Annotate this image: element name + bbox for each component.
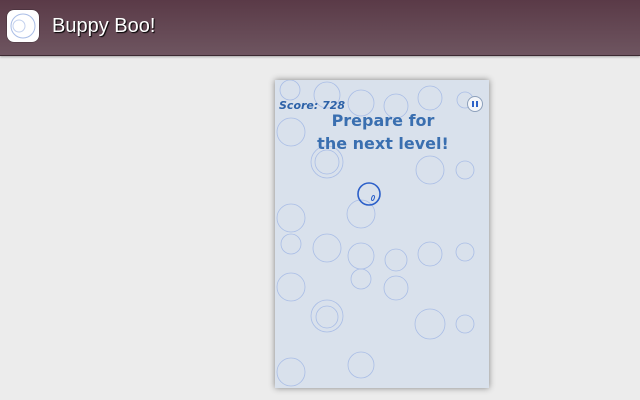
background-bubble [315, 305, 339, 329]
app-bubble-icon [7, 10, 39, 42]
background-bubble [384, 248, 408, 272]
background-bubble [383, 275, 409, 301]
game-canvas[interactable]: Score: 728 Prepare for the next level! [275, 80, 489, 388]
background-bubble [276, 203, 306, 233]
app-title: Buppy Boo! [52, 15, 156, 37]
title-bar: Buppy Boo! [0, 0, 640, 56]
background-bubble [455, 160, 475, 180]
level-message: Prepare for the next level! [317, 111, 449, 153]
background-bubble [280, 233, 302, 255]
background-bubble [276, 117, 306, 147]
background-bubble [276, 272, 306, 302]
pause-button[interactable] [467, 96, 483, 112]
background-bubble [350, 268, 372, 290]
background-bubble [276, 357, 306, 387]
background-bubble [312, 233, 342, 263]
background-bubble [347, 242, 375, 270]
pause-icon [472, 101, 474, 107]
pause-icon-bar [476, 101, 478, 107]
background-bubble [455, 242, 475, 262]
background-bubble [279, 80, 301, 101]
background-bubble [417, 85, 443, 111]
player-bubble[interactable] [357, 182, 381, 206]
background-bubble [347, 351, 375, 379]
background-bubble [415, 155, 445, 185]
background-bubble [455, 314, 475, 334]
background-bubble [414, 308, 446, 340]
background-bubble [417, 241, 443, 267]
